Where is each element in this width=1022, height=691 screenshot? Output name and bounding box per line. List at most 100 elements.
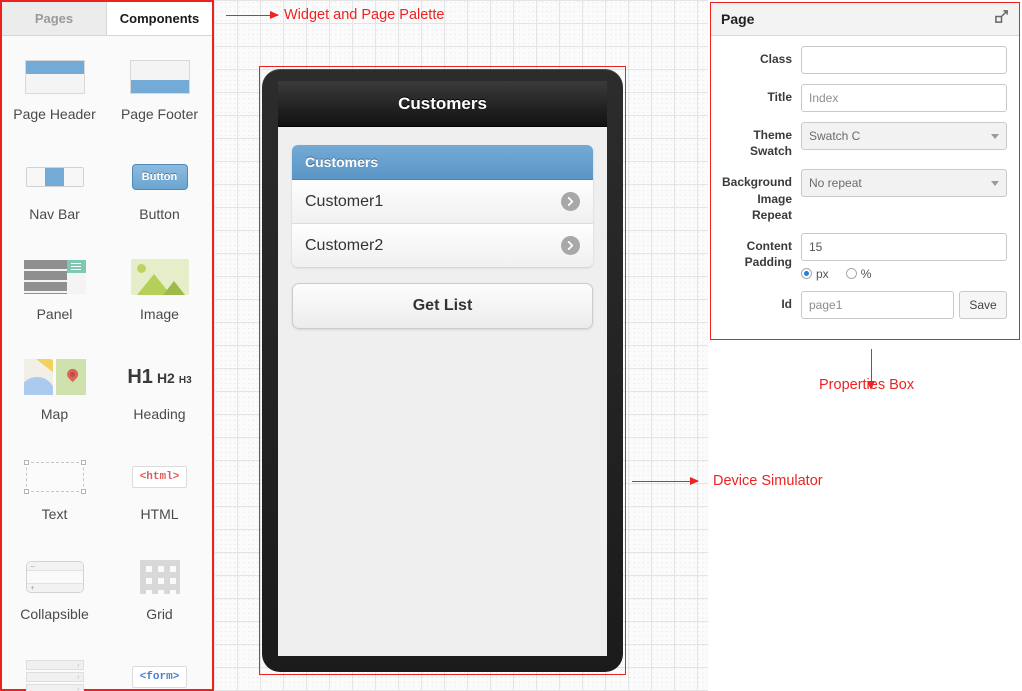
id-field[interactable]: page1 [801,290,954,319]
widget-label: Grid [146,606,173,622]
chevron-down-icon [991,133,999,139]
annotation-arrow-palette [226,11,279,19]
map-icon [23,354,86,400]
page-header-icon [24,54,85,100]
widget-html[interactable]: <html> HTML [107,444,212,544]
html-icon-label: <html> [131,466,188,488]
widget-image[interactable]: Image [107,244,212,344]
form-icon: <form> [131,654,188,691]
properties-title: Page [721,11,755,27]
background-image-repeat-select[interactable]: No repeat [801,169,1007,198]
save-button[interactable]: Save [959,290,1007,319]
widget-label: Nav Bar [29,206,80,222]
radio-percent[interactable] [845,268,857,280]
heading-h3: H3 [178,374,192,386]
heading-h2: H2 [156,369,175,386]
widget-heading[interactable]: H1 H2 H3 Heading [107,344,212,444]
property-row-id: Id page1 Save [717,290,1007,319]
grid-icon [139,554,180,600]
widget-form[interactable]: <form> Form [107,644,212,691]
widget-grid: Page Header Page Footer Nav Bar Button B… [2,36,212,691]
list-item[interactable]: Customer2 [292,224,593,267]
content-padding-field[interactable]: 15 [801,232,1007,261]
widget-panel[interactable]: Panel [2,244,107,344]
widget-nav-bar[interactable]: Nav Bar [2,144,107,244]
annotation-widget-page-palette: Widget and Page Palette [284,7,445,23]
image-icon [130,254,189,300]
list-item[interactable]: Customer1 [292,180,593,224]
list-item-label: Customer2 [305,236,384,254]
radio-percent-label: % [860,266,872,281]
chevron-right-icon [561,236,580,255]
listview: Customers Customer1 Customer2 [292,145,593,267]
widget-label: Page Footer [120,106,199,122]
heading-icon: H1 H2 H3 [127,354,191,400]
background-image-repeat-value: No repeat [809,176,862,191]
properties-header: Page [711,3,1019,36]
panel-icon [23,254,86,300]
list-view-icon: › › › [25,654,84,691]
list-view-chevron: › [25,660,84,670]
html-icon: <html> [131,454,188,500]
tab-components[interactable]: Components [107,2,212,35]
button-icon-label: Button [131,164,188,190]
annotation-arrow-device [632,477,699,485]
device-frame: Customers Customers Customer1 Customer2 [262,69,623,672]
widget-label: Image [140,306,179,322]
widget-page-header[interactable]: Page Header [2,44,107,144]
property-label: Theme Swatch [749,128,792,159]
class-field[interactable] [801,46,1007,74]
radio-px-label: px [816,266,829,281]
widget-label: Map [40,406,69,422]
annotation-properties-box: Properties Box [819,377,915,393]
property-label: Background Image Repeat [721,175,792,222]
form-icon-label: <form> [131,666,188,688]
list-item-label: Customer1 [305,192,384,210]
properties-box: Page Class Title Index Theme Swatch Swat… [710,2,1020,340]
widget-grid-item[interactable]: Grid [107,544,212,644]
device-screen[interactable]: Customers Customers Customer1 Customer2 [278,81,607,656]
property-label: Content Padding [744,238,792,270]
text-icon [23,454,86,500]
property-row-theme-swatch: Theme Swatch Swatch C [717,122,1007,159]
expand-icon[interactable] [994,9,1009,29]
widget-page-palette: Pages Components Page Header Page Footer… [0,0,214,691]
page-footer-icon [129,54,190,100]
property-row-title: Title Index [717,84,1007,112]
property-row-background-image-repeat: Background Image Repeat No repeat [717,169,1007,223]
collapsible-minus: – [26,562,83,571]
property-label: Title [767,90,792,104]
widget-label: Collapsible [20,606,89,622]
widget-text[interactable]: Text [2,444,107,544]
property-row-class: Class [717,46,1007,74]
widget-button[interactable]: Button Button [107,144,212,244]
theme-swatch-value: Swatch C [809,129,861,143]
widget-label: Panel [36,306,73,322]
widget-label: HTML [140,506,179,522]
collapsible-icon: – + [25,554,84,600]
content-padding-units: px % [801,267,1007,281]
widget-list-view[interactable]: › › › List View [2,644,107,691]
nav-bar-icon [25,154,84,200]
widget-label: Page Header [13,106,96,122]
widget-label: Text [41,506,68,522]
button-icon: Button [131,154,188,200]
app-page-header: Customers [278,81,607,127]
tab-pages[interactable]: Pages [2,2,107,35]
widget-collapsible[interactable]: – + Collapsible [2,544,107,644]
theme-swatch-select[interactable]: Swatch C [801,122,1007,150]
heading-h1: H1 [127,365,153,388]
widget-map[interactable]: Map [2,344,107,444]
annotation-device-simulator: Device Simulator [713,473,823,489]
app-root: Pages Components Page Header Page Footer… [0,0,1022,691]
property-label: Id [781,296,792,311]
get-list-button[interactable]: Get List [292,283,593,329]
chevron-right-icon [561,192,580,211]
device-simulator: Customers Customers Customer1 Customer2 [259,66,626,675]
widget-page-footer[interactable]: Page Footer [107,44,212,144]
palette-tabs: Pages Components [2,2,212,36]
radio-px[interactable] [801,268,812,280]
list-view-chevron: › [25,684,84,691]
title-field[interactable]: Index [801,84,1007,112]
widget-label: Heading [133,406,186,422]
